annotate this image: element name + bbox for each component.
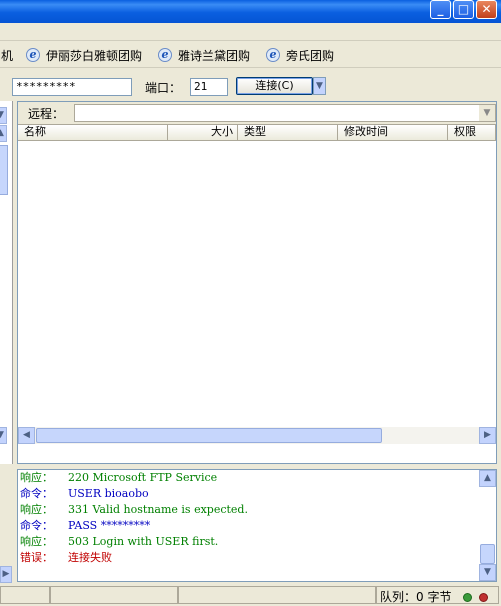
download-indicator-icon [479, 593, 488, 602]
chevron-down-icon[interactable]: ▼ [479, 105, 495, 121]
vertical-scroll-thumb[interactable] [0, 145, 8, 195]
column-name[interactable]: 名称 [18, 125, 168, 141]
close-button[interactable]: ✕ [476, 0, 497, 19]
port-label: 端口： [145, 81, 182, 95]
scroll-left-button[interactable]: ◀ [18, 427, 35, 444]
scroll-right-button[interactable]: ▶ [0, 566, 12, 583]
remote-pane: 远程： ▼ 名称 大小 类型 修改时间 权限 ◀ ▶ [17, 101, 497, 464]
links-bar-partial-label: 机 [1, 49, 14, 63]
scroll-right-button[interactable]: ▶ [479, 427, 496, 444]
column-modified[interactable]: 修改时间 [338, 125, 448, 141]
log-entry: 响应： 503 Login with USER first. [20, 535, 219, 548]
remote-header: 远程： ▼ [18, 102, 496, 125]
upload-indicator-icon [463, 593, 472, 602]
ie-icon: e [26, 48, 40, 62]
status-bar: 队列：0 字节 [0, 584, 501, 606]
status-cell [50, 586, 178, 604]
column-permissions[interactable]: 权限 [448, 125, 496, 141]
status-cell: 队列：0 字节 [376, 586, 499, 604]
scroll-down-button[interactable]: ▼ [479, 564, 496, 581]
log-entry: 命令： PASS ********* [20, 519, 151, 532]
local-pane: ▼ ▲ ▼ [0, 101, 13, 464]
ie-icon: e [158, 48, 172, 62]
password-field[interactable]: ********* [12, 78, 132, 96]
status-cell [0, 586, 50, 604]
connect-button[interactable]: 连接(C) [236, 77, 313, 95]
maximize-button[interactable]: □ [453, 0, 474, 19]
column-size[interactable]: 大小 [168, 125, 238, 141]
link-item-3[interactable]: 旁氏团购 [286, 47, 334, 64]
connect-dropdown-button[interactable]: ▼ [313, 77, 326, 95]
message-log: 响应： 220 Microsoft FTP Service 命令： USER bio… [17, 469, 497, 582]
minimize-button[interactable]: _ [430, 0, 451, 19]
queue-status: 队列：0 字节 [380, 590, 452, 604]
log-entry: 错误： 连接失败 [20, 551, 112, 564]
status-cell [178, 586, 376, 604]
log-entry: 响应： 220 Microsoft FTP Service [20, 471, 218, 484]
link-item-1[interactable]: 伊丽莎白雅顿团购 [46, 47, 142, 64]
scroll-up-button[interactable]: ▲ [0, 125, 7, 142]
horizontal-scroll-thumb[interactable] [36, 428, 382, 443]
vertical-scroll-thumb[interactable] [480, 544, 495, 564]
link-item-2[interactable]: 雅诗兰黛团购 [178, 47, 250, 64]
column-type[interactable]: 类型 [238, 125, 338, 141]
title-bar: _ □ ✕ [0, 0, 501, 23]
scroll-up-button[interactable]: ▲ [479, 470, 496, 487]
horizontal-scrollbar[interactable]: ◀ ▶ [18, 427, 496, 444]
remote-label: 远程： [28, 107, 65, 121]
log-entry: 命令： USER bioaobo [20, 487, 149, 500]
log-entry: 响应： 331 Valid hostname is expected. [20, 503, 248, 516]
chevron-down-icon[interactable]: ▼ [0, 107, 7, 124]
connection-bar: ********* 端口： 21 连接(C) ▼ [0, 67, 501, 101]
port-field[interactable]: 21 [190, 78, 228, 96]
ie-icon: e [266, 48, 280, 62]
scroll-down-button[interactable]: ▼ [0, 427, 7, 444]
remote-path-select[interactable]: ▼ [74, 104, 496, 122]
links-bar: 机 e 伊丽莎白雅顿团购 e 雅诗兰黛团购 e 旁氏团购 [0, 40, 501, 67]
